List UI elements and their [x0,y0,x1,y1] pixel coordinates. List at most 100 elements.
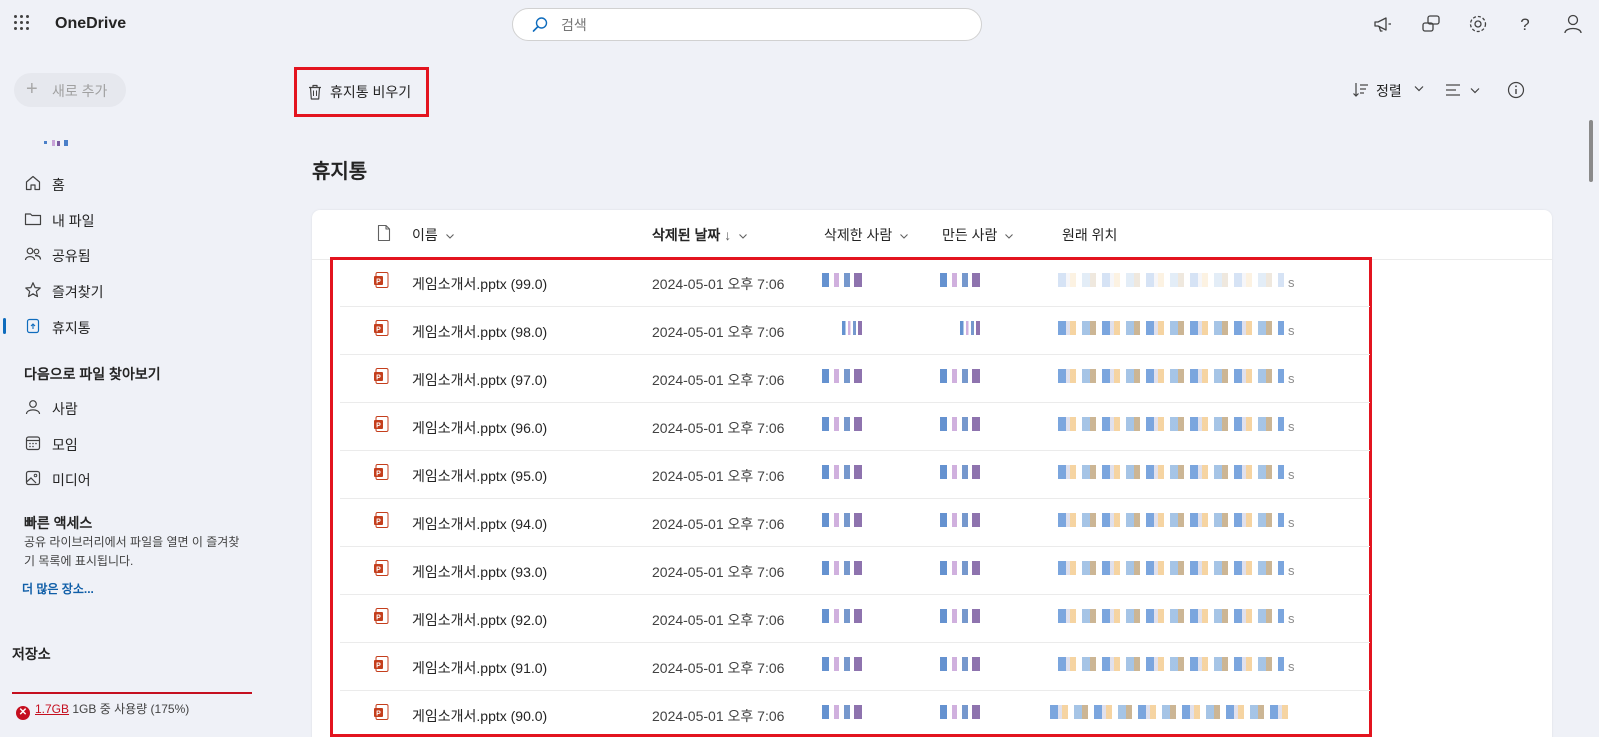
table-row[interactable]: P 게임소개서.pptx (91.0) 2024-05-01 오후 7:06 s [332,643,1370,691]
megaphone-icon[interactable] [1371,12,1395,36]
created-by-redacted [940,561,980,575]
deleted-date: 2024-05-01 오후 7:06 [652,324,785,340]
sidebar-item-people[interactable]: 사람 [0,391,270,423]
original-location-suffix: s [1288,515,1295,530]
powerpoint-file-icon: P [374,704,389,720]
sidebar-item-shared[interactable]: 공유됨 [0,238,270,270]
table-row[interactable]: P 게임소개서.pptx (92.0) 2024-05-01 오후 7:06 s [332,595,1370,643]
svg-text:P: P [376,614,381,621]
sidebar-item-label: 즐겨찾기 [52,284,104,300]
empty-recycle-bin-button[interactable]: 휴지통 비우기 [294,67,429,117]
svg-text:P: P [376,518,381,525]
storage-used-link[interactable]: 1.7GB [35,702,69,716]
storage-meter [12,692,252,694]
sidebar-item-label: 휴지통 [52,320,91,336]
table-row[interactable]: P 게임소개서.pptx (96.0) 2024-05-01 오후 7:06 s [332,403,1370,451]
user-avatar[interactable] [44,140,74,147]
chevron-down-icon [900,234,909,240]
table-row[interactable]: P 게임소개서.pptx (93.0) 2024-05-01 오후 7:06 s [332,547,1370,595]
help-icon[interactable]: ? [1513,12,1537,36]
more-places-link[interactable]: 더 많은 장소... [22,580,94,597]
view-options-button[interactable] [1444,79,1484,101]
column-header-deleted-by[interactable]: 삭제한 사람 [824,225,910,245]
powerpoint-file-icon: P [374,368,389,384]
file-name[interactable]: 게임소개서.pptx (92.0) [412,610,547,630]
storage-usage: ✕ 1.7GB 1GB 중 사용량 (175%) [16,700,190,720]
sidebar-item-media[interactable]: 미디어 [0,462,270,494]
app-title[interactable]: OneDrive [55,15,126,33]
table-row[interactable]: P 게임소개서.pptx (95.0) 2024-05-01 오후 7:06 s [332,451,1370,499]
sidebar-item-favorites[interactable]: 즐겨찾기 [0,274,270,306]
chevron-down-icon [739,234,748,240]
deleted-by-redacted [822,609,862,623]
created-by-redacted [960,321,980,335]
deleted-date: 2024-05-01 오후 7:06 [652,516,785,532]
column-header-original-location[interactable]: 원래 위치 [1062,225,1117,245]
column-header-created-by[interactable]: 만든 사람 [942,225,1015,245]
original-location-suffix: s [1288,467,1295,482]
quick-access-description: 공유 라이브러리에서 파일을 열면 이 즐겨찾기 목록에 표시됩니다. [24,535,240,568]
column-header-label: 만든 사람 [942,227,998,243]
original-location-redacted [1050,705,1290,719]
error-icon: ✕ [16,706,30,720]
file-name[interactable]: 게임소개서.pptx (97.0) [412,370,547,390]
table-header: 이름 삭제된 날짜 ↓ 삭제한 사람 만든 사람 원래 위치 [312,210,1552,260]
svg-text:P: P [376,566,381,573]
original-location-suffix: s [1288,371,1295,386]
table-row[interactable]: P 게임소개서.pptx (98.0) 2024-05-01 오후 7:06 s [332,307,1370,355]
column-header-deleted-date[interactable]: 삭제된 날짜 ↓ [652,225,749,245]
sort-icon [1353,83,1368,97]
file-name[interactable]: 게임소개서.pptx (99.0) [412,274,547,294]
account-icon[interactable] [1561,12,1585,36]
deleted-date: 2024-05-01 오후 7:06 [652,612,785,628]
powerpoint-file-icon: P [374,416,389,432]
file-name[interactable]: 게임소개서.pptx (96.0) [412,418,547,438]
original-location-suffix: s [1288,419,1295,434]
powerpoint-file-icon: P [374,272,389,288]
powerpoint-file-icon: P [374,656,389,672]
storage-title: 저장소 [12,646,51,662]
original-location-redacted [1058,465,1284,479]
column-header-name[interactable]: 이름 [412,225,456,245]
sidebar-item-home[interactable]: 홈 [0,167,270,199]
file-name[interactable]: 게임소개서.pptx (94.0) [412,514,547,534]
new-button[interactable]: + 새로 추가 [14,73,126,107]
search-input[interactable] [561,16,961,34]
original-location-redacted [1058,321,1284,335]
file-name[interactable]: 게임소개서.pptx (91.0) [412,658,547,678]
info-icon[interactable] [1506,80,1526,100]
deleted-date: 2024-05-01 오후 7:06 [652,708,785,724]
original-location-redacted [1058,561,1284,575]
table-row[interactable]: P 게임소개서.pptx (99.0) 2024-05-01 오후 7:06 s [332,259,1370,307]
sidebar-item-label: 사람 [52,401,78,417]
file-name[interactable]: 게임소개서.pptx (98.0) [412,322,547,342]
sort-label: 정렬 [1376,83,1402,99]
created-by-redacted [940,609,980,623]
table-row[interactable]: P 게임소개서.pptx (97.0) 2024-05-01 오후 7:06 s [332,355,1370,403]
deleted-date: 2024-05-01 오후 7:06 [652,420,785,436]
table-row[interactable]: P 게임소개서.pptx (94.0) 2024-05-01 오후 7:06 s [332,499,1370,547]
svg-text:P: P [376,326,381,333]
storage-usage-text: 1GB 중 사용량 (175%) [72,702,190,716]
file-name[interactable]: 게임소개서.pptx (95.0) [412,466,547,486]
file-name[interactable]: 게임소개서.pptx (93.0) [412,562,547,582]
sidebar-item-meetings[interactable]: 모임 [0,427,270,459]
search-icon [532,17,548,32]
column-header-label: 이름 [412,227,438,243]
app-launcher-icon[interactable] [14,15,30,31]
sidebar-item-my-files[interactable]: 내 파일 [0,203,270,235]
deleted-by-redacted [822,465,862,479]
feedback-icon[interactable] [1419,12,1443,36]
gear-icon[interactable] [1466,12,1490,36]
table-row[interactable]: P 게임소개서.pptx (90.0) 2024-05-01 오후 7:06 [332,691,1370,733]
sidebar-item-recycle-bin[interactable]: 휴지통 [0,310,270,342]
person-icon [25,400,41,415]
selected-rows-highlight: P 게임소개서.pptx (99.0) 2024-05-01 오후 7:06 s… [330,257,1372,737]
svg-text:P: P [376,470,381,477]
file-name[interactable]: 게임소개서.pptx (90.0) [412,706,547,726]
scrollbar-thumb[interactable] [1589,120,1593,182]
search-box[interactable] [512,8,982,41]
original-location-redacted [1058,657,1284,671]
created-by-redacted [940,705,980,719]
chevron-down-icon [1470,88,1480,94]
